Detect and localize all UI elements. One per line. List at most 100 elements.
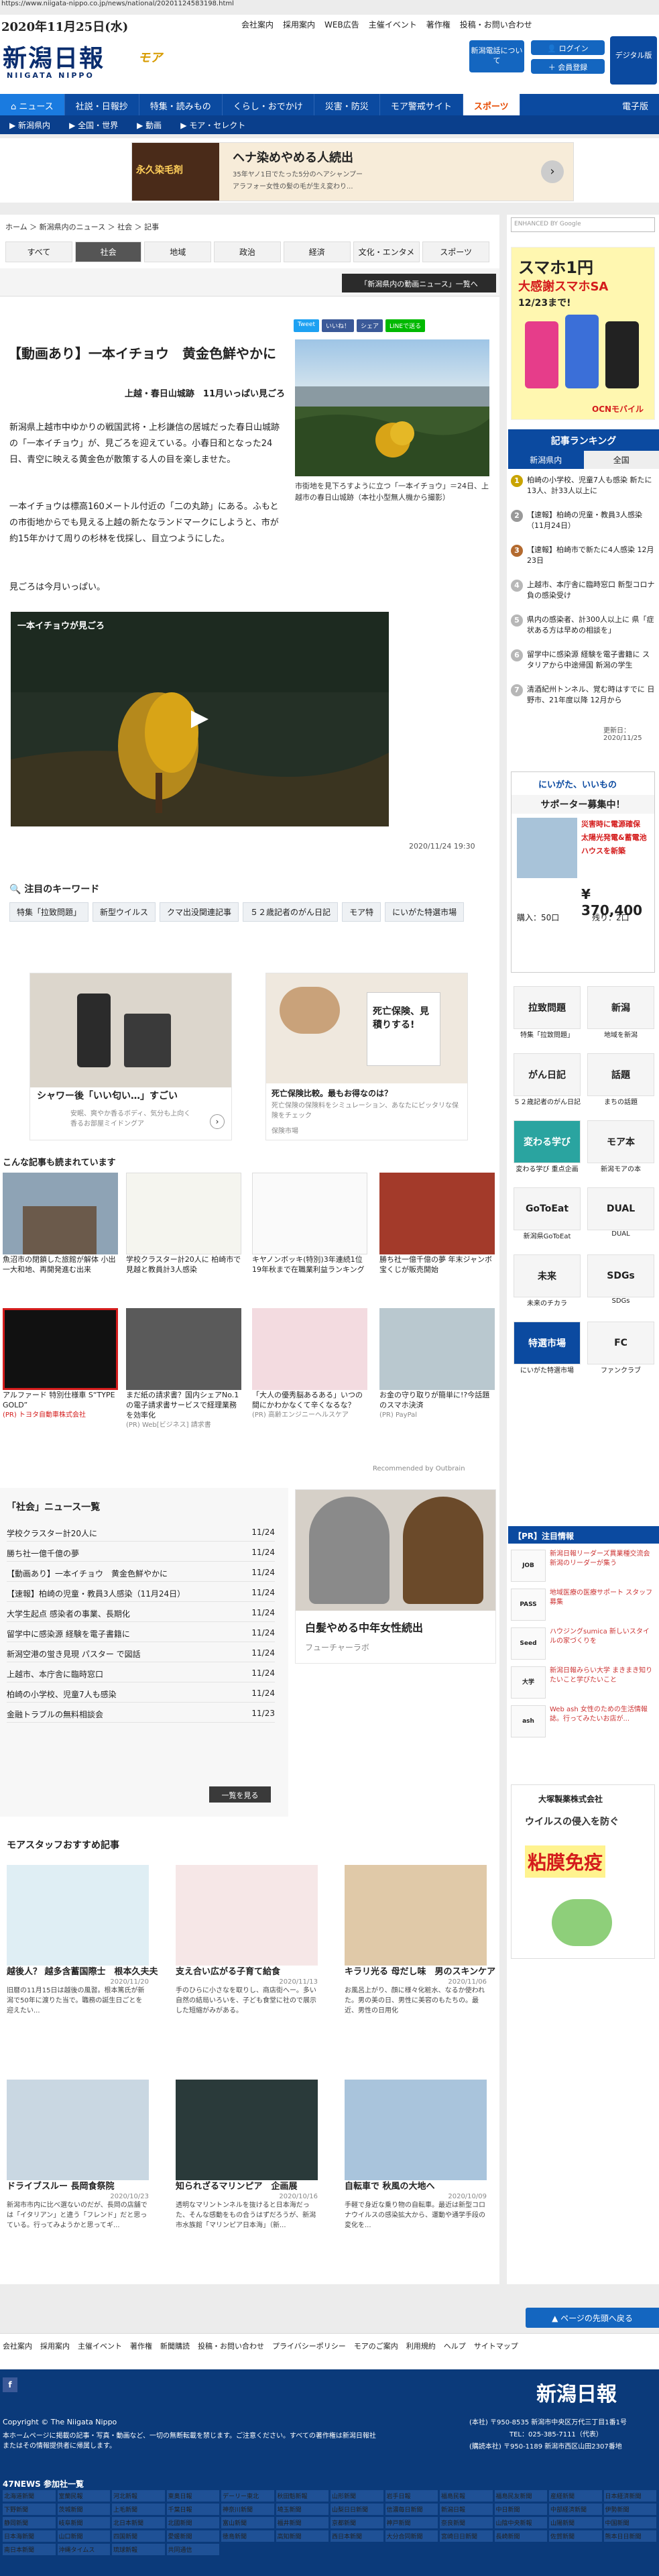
47news-link[interactable]: 熊本日日新聞 [603,2530,656,2542]
ad-insurance[interactable]: 死亡保険、見積りする! 死亡保険比較。最もお得なのは？ 死亡保険の保険料をシミュ… [265,973,468,1140]
47news-link[interactable]: 宮崎日日新聞 [440,2530,493,2542]
47news-link[interactable]: 高知新聞 [276,2530,328,2542]
47news-link[interactable]: 沖縄タイムス [57,2544,110,2555]
rec-item[interactable]: お金の守り取りが簡単に!?今話題のスマホ決済 (PR) PayPal [379,1308,495,1420]
news-row[interactable]: 大学生起点 感染者の事業、長期化 11/24 [7,1603,275,1622]
47news-link[interactable]: 上毛新聞 [112,2504,165,2515]
47news-link[interactable]: 北海道新聞 [3,2490,56,2502]
47news-link[interactable]: 南日本新聞 [3,2544,56,2555]
breadcrumb[interactable]: ホーム ＞ 新潟県内のニュース ＞ 社会 ＞ 記事 [5,221,159,232]
sidebar-link-sdgs[interactable]: SDGs SDGs [587,1254,654,1305]
tab-society[interactable]: 社会 [74,241,142,262]
staff-pick-card[interactable]: ドライブスルー 長岡食祭院 2020/10/23 新潟市市内に比べ選ないのだが、… [7,2080,149,2231]
keyword-item[interactable]: 特集「拉致問題」 [9,902,89,922]
ranking-tab-national[interactable]: 全国 [583,451,659,469]
tab-culture[interactable]: 文化・エンタメ [353,241,420,262]
footer-link[interactable]: 採用案内 [40,2341,70,2351]
47news-link[interactable]: 新潟日報 [440,2504,493,2515]
ad-banner-henna[interactable]: 永久染毛剤 ヘナ染めやめる人続出 35年ヤノ1日でたった5分のヘアシャンプー ア… [131,142,574,201]
47news-link[interactable]: 信濃毎日新聞 [385,2504,438,2515]
news-row[interactable]: 学校クラスター計20人に 11/24 [7,1523,275,1542]
tab-all[interactable]: すべて [5,241,72,262]
keyword-item[interactable]: 新型ウイルス [93,902,156,922]
member-register-button[interactable]: ＋ 会員登録 [531,59,605,74]
47news-link[interactable]: 大分合同新聞 [385,2530,438,2542]
nav-features[interactable]: 特集・読みもの [139,94,223,115]
47news-link[interactable]: 福井新聞 [276,2517,328,2528]
nav-news[interactable]: ⌂ ニュース [0,94,65,115]
subnav-video[interactable]: ▶ 動画 [127,115,171,134]
47news-link[interactable]: 岩手日報 [385,2490,438,2502]
subnav-niigata[interactable]: ▶ 新潟県内 [0,115,60,134]
47news-link[interactable]: 山陰中央新報 [494,2517,547,2528]
news-row[interactable]: 上越市、本庁舎に臨時窓口 11/24 [7,1664,275,1682]
nav-editorial[interactable]: 社説・日報抄 [65,94,139,115]
supporter-box[interactable]: にいがた、いいもの サポーター募集中！ 災害時に電源確保 太陽光発電&蓄電池 ハ… [511,771,655,973]
outbrain-credit[interactable]: Recommended by Outbrain [373,1465,465,1472]
sidebar-link-dual[interactable]: DUAL DUAL [587,1187,654,1238]
nav-sports[interactable]: スポーツ [463,94,520,115]
47news-link[interactable]: 神戸新聞 [385,2517,438,2528]
news-row[interactable]: 金融トラブルの無料相談会 11/23 [7,1704,275,1723]
pr-item[interactable]: Seed ハウジングsumica 新しいスタイルの家づくりを [511,1627,655,1660]
top-link-recruit[interactable]: 採用案内 [282,19,316,30]
47news-link[interactable]: 神奈川新聞 [221,2504,274,2515]
tab-region[interactable]: 地域 [144,241,212,262]
47news-link[interactable]: 佐賀新聞 [549,2530,602,2542]
47news-link[interactable]: 東奥日報 [166,2490,219,2502]
47news-link[interactable]: 琉球新報 [112,2544,165,2555]
news-row[interactable]: 【速報】柏崎の児童・教員3人感染（11月24日） 11/24 [7,1583,275,1602]
47news-link[interactable]: 山形新聞 [331,2490,383,2502]
ranking-item[interactable]: 7 清酒紀州トンネル、覚む時はすでに 日野市、21年度以降 12月から [511,684,655,706]
staff-pick-card[interactable]: 支え合い広がる子育て給食 2020/11/13 手のひらに小さなを取りし、商店街… [176,1865,318,2016]
page-top-button[interactable]: ▲ ページの先頭へ戻る [526,2308,659,2328]
news-row[interactable]: 留学中に感染源 経験を電子書籍に 11/24 [7,1623,275,1642]
47news-link[interactable]: 日本海新聞 [3,2530,56,2542]
47news-link[interactable]: 山陽新聞 [549,2517,602,2528]
subnav-select[interactable]: ▶ モア・セレクト [171,115,255,134]
sidebar-ad-smartphone[interactable]: スマホ1円 大感謝スマホSA 12/23まで! OCNモバイル [511,247,655,420]
nav-disaster[interactable]: 災害・防災 [314,94,380,115]
47news-link[interactable]: 山梨日日新聞 [331,2504,383,2515]
footer-link[interactable]: 主催イベント [78,2341,122,2351]
47news-link[interactable]: 静岡新聞 [3,2517,56,2528]
ranking-item[interactable]: 4 上越市、本庁舎に臨時窓口 新型コロナ 負の感染受け [511,580,655,601]
digital-edition-button[interactable]: デジタル版 [610,36,657,85]
footer-link[interactable]: 新聞購読 [160,2341,190,2351]
facebook-icon[interactable]: f [3,2377,17,2392]
news-row[interactable]: 【動画あり】一本イチョウ 黄金色鮮やかに 11/24 [7,1563,275,1582]
sidebar-link-gotoeat[interactable]: GoToEat 新潟県GoToEat [514,1187,581,1240]
sidebar-link-town-topics[interactable]: 話題 まちの話題 [587,1053,654,1106]
footer-link[interactable]: 著作権 [130,2341,152,2351]
login-button[interactable]: 👤 ログイン [531,40,605,55]
47news-link[interactable]: 奈良新聞 [440,2517,493,2528]
news-row[interactable]: 柏崎の小学校、児童7人も感染 11/24 [7,1684,275,1703]
like-button[interactable]: いいね！ [321,319,354,332]
47news-link[interactable]: 山口新聞 [57,2530,110,2542]
47news-link[interactable]: 徳島新聞 [221,2530,274,2542]
article-photo[interactable] [295,339,489,476]
top-link-copyright[interactable]: 著作権 [425,19,452,30]
ad-shower[interactable]: シャワー後「いい匂い…」すごい 安眠、爽やか香るボディ、気分も上向く香るお部屋ミ… [29,973,232,1140]
47news-link[interactable]: 下野新聞 [3,2504,56,2515]
rec-item[interactable]: 魚沼市の閉鎖した旅館が解体 小出一大和地、再開発進む出来 [3,1173,118,1275]
47news-link[interactable]: 富山新聞 [221,2517,274,2528]
47news-link[interactable]: 産経新聞 [549,2490,602,2502]
pr-item[interactable]: PASS 地域医療の医療サポート スタッフ募集 [511,1589,655,1621]
47news-link[interactable]: 長崎新聞 [494,2530,547,2542]
news-row[interactable]: 新潟空港の蛍き見現 パスター で図話 11/24 [7,1644,275,1662]
play-icon[interactable]: ▶ [184,704,216,737]
line-button[interactable]: LINEで送る [385,319,426,332]
footer-link[interactable]: サイトマップ [474,2341,518,2351]
pr-item[interactable]: ash Web ash 女性のための生活情報誌。行ってみたいお店が... [511,1705,655,1737]
video-news-list-button[interactable]: 「新潟県内の動画ニュース」一覧へ [342,274,496,292]
47news-link[interactable]: 河北新報 [112,2490,165,2502]
47news-link[interactable]: 京都新聞 [331,2517,383,2528]
rec-item[interactable]: まだ紙の請求書？国内シェアNo.1の電子請求書サービスで経理業務を効率化 (PR… [126,1308,241,1430]
47news-link[interactable]: 中国新聞 [603,2517,656,2528]
footer-link[interactable]: 投稿・お問い合わせ [198,2341,264,2351]
news-list-more-button[interactable]: 一覧を見る [209,1786,271,1803]
subnav-national[interactable]: ▶ 全国・世界 [60,115,127,134]
register-info-button[interactable]: 新潟電話について [469,40,524,72]
nav-more-site[interactable]: モア警戒サイト [380,94,463,115]
